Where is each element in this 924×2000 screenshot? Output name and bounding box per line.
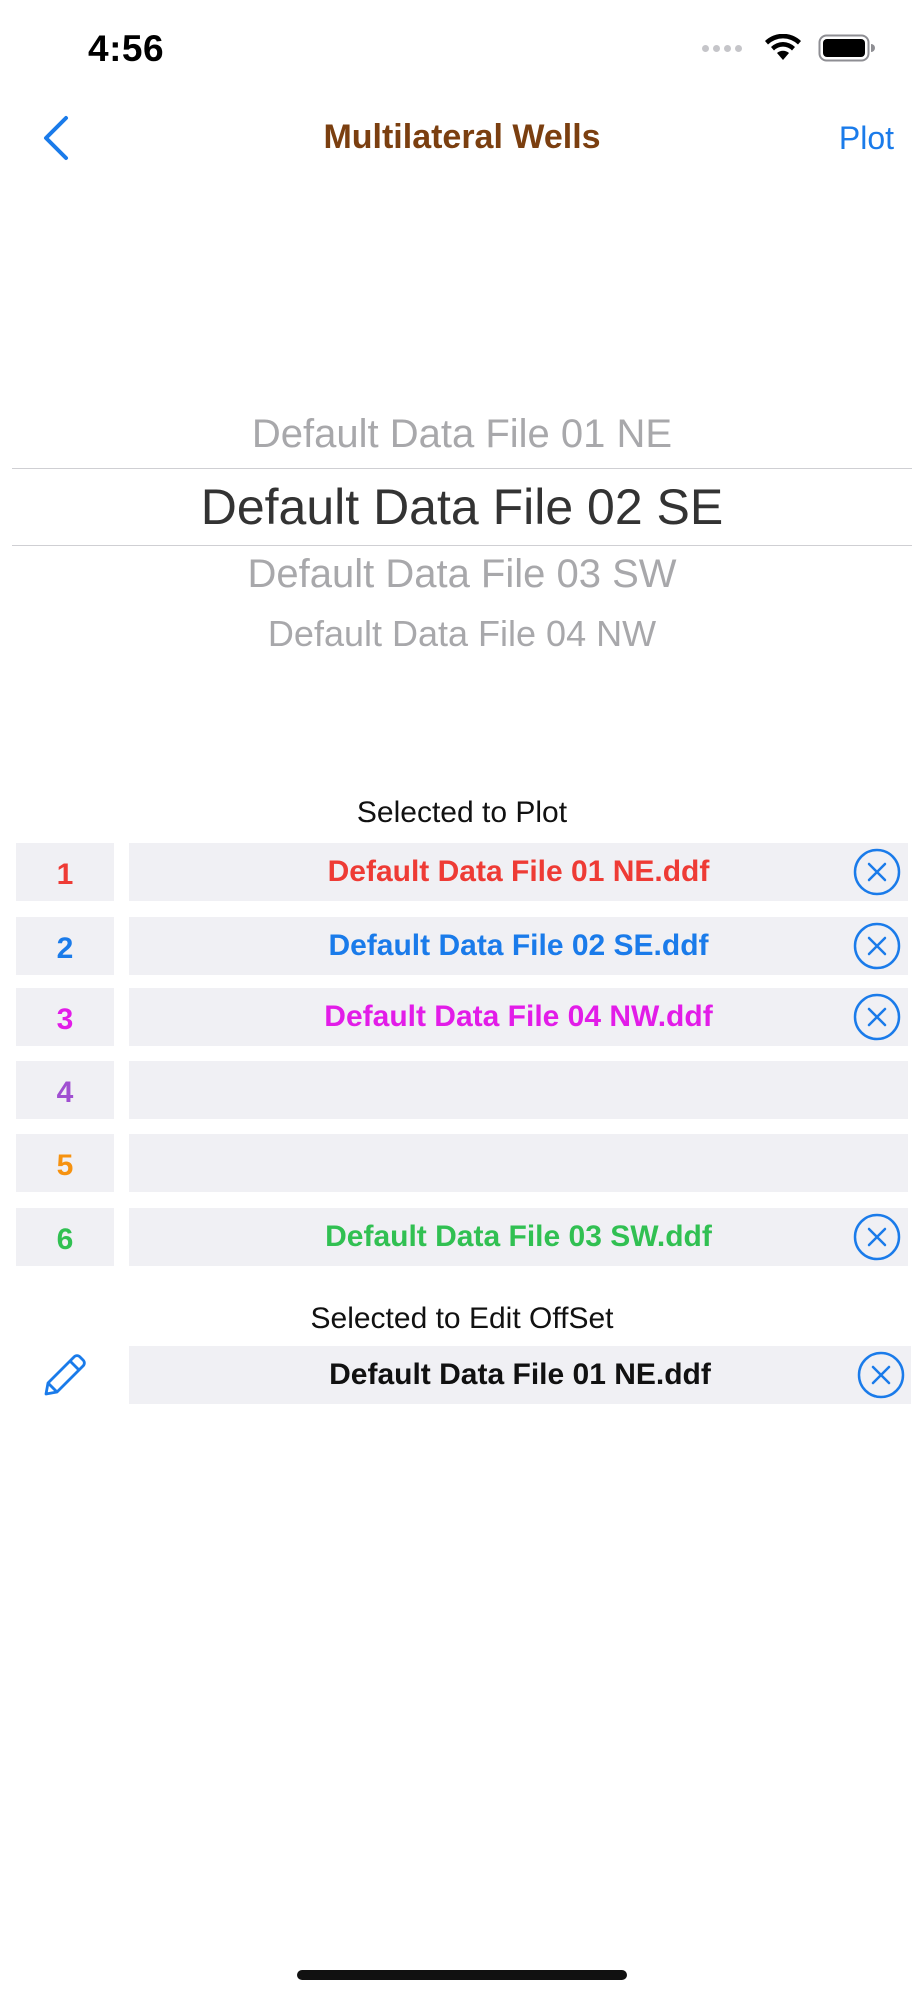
picker-item[interactable]: Default Data File 04 NW [0, 613, 924, 647]
picker-selection-top-line [12, 468, 912, 469]
plot-slot-row: 4 [16, 1061, 908, 1119]
plot-slot-row: 3 Default Data File 04 NW.ddf [16, 988, 908, 1046]
plot-button[interactable]: Plot [839, 120, 894, 157]
plot-slot-row: 6 Default Data File 03 SW.ddf [16, 1208, 908, 1266]
slot-file-field[interactable]: Default Data File 02 SE.ddf [129, 917, 908, 975]
slot-number: 3 [16, 988, 114, 1046]
clear-circle-icon[interactable] [852, 992, 902, 1042]
slot-file-field[interactable]: Default Data File 03 SW.ddf [129, 1208, 908, 1266]
edit-offset-row: Default Data File 01 NE.ddf [0, 1346, 924, 1404]
slot-number: 1 [16, 843, 114, 901]
home-indicator[interactable] [297, 1970, 627, 1980]
edit-section-label: Selected to Edit OffSet [310, 1302, 614, 1335]
picker-item[interactable]: Default Data File 03 SW [0, 552, 924, 597]
plot-section-label: Selected to Plot [356, 796, 568, 829]
picker-selection-bottom-line [12, 545, 912, 546]
plot-slot-row: 2 Default Data File 02 SE.ddf [16, 917, 908, 975]
plot-slot-row: 5 [16, 1134, 908, 1192]
clear-circle-icon[interactable] [852, 1212, 902, 1262]
slot-file-field[interactable] [129, 1134, 908, 1192]
wifi-icon [765, 34, 801, 60]
picker-item[interactable]: Default Data File 01 NE [0, 412, 924, 457]
slot-number: 2 [16, 917, 114, 975]
status-time: 4:56 [88, 28, 165, 69]
clear-circle-icon[interactable] [852, 847, 902, 897]
slot-file-field[interactable] [129, 1061, 908, 1119]
pencil-icon[interactable] [38, 1350, 90, 1402]
clear-circle-icon[interactable] [856, 1350, 906, 1400]
slot-number: 5 [16, 1134, 114, 1192]
edit-file-field[interactable]: Default Data File 01 NE.ddf [129, 1346, 911, 1404]
status-icons [702, 34, 876, 62]
file-picker-wheel[interactable]: Default Data File 01 NE Default Data Fil… [0, 400, 924, 660]
picker-item-selected[interactable]: Default Data File 02 SE [0, 478, 924, 536]
slot-number: 6 [16, 1208, 114, 1266]
slot-file-field[interactable]: Default Data File 01 NE.ddf [129, 843, 908, 901]
clear-circle-icon[interactable] [852, 921, 902, 971]
slot-number: 4 [16, 1061, 114, 1119]
signal-icon [702, 44, 742, 52]
plot-slot-row: 1 Default Data File 01 NE.ddf [16, 843, 908, 901]
page-title: Multilateral Wells [323, 118, 601, 156]
slot-file-field[interactable]: Default Data File 04 NW.ddf [129, 988, 908, 1046]
battery-icon [818, 34, 875, 62]
